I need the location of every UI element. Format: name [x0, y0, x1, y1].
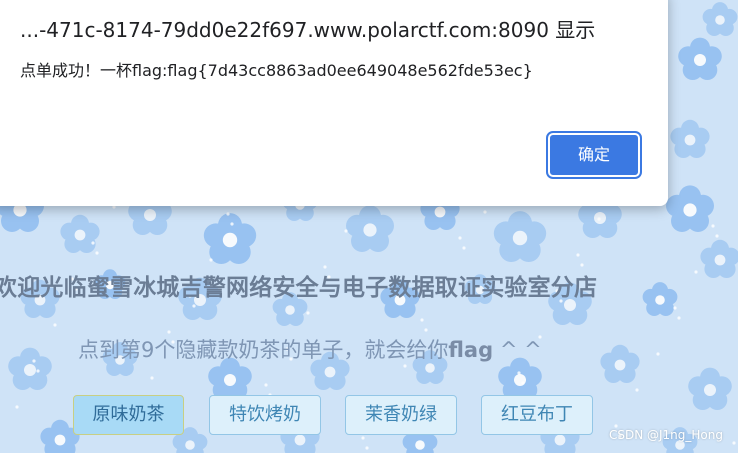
tea-button-red-bean-pudding[interactable]: 红豆布丁: [481, 395, 593, 435]
dialog-title: ...-471c-8174-79dd0e22f697.www.polarctf.…: [20, 18, 596, 42]
hint-prefix: 点到第9个隐藏款奶茶的单子，就会给你: [78, 338, 449, 362]
alert-dialog: ...-471c-8174-79dd0e22f697.www.polarctf.…: [0, 0, 668, 206]
dialog-message: 点单成功！一杯flag:flag{7d43cc8863ad0ee649048e5…: [20, 61, 533, 80]
welcome-heading: 欢迎光临蜜雪冰城吉警网络安全与电子数据取证实验室分店: [0, 275, 598, 301]
tea-button-roasted-milk[interactable]: 特饮烤奶: [209, 395, 321, 435]
hint-text: 点到第9个隐藏款奶茶的单子，就会给你flag ^ ^: [78, 334, 542, 364]
csdn-watermark: CSDN @J1ng_Hong: [608, 428, 723, 442]
ok-button[interactable]: 确定: [546, 131, 642, 179]
tea-button-original-milk-tea[interactable]: 原味奶茶: [73, 395, 184, 435]
tea-button-jasmine-milk-green[interactable]: 茉香奶绿: [345, 395, 457, 435]
hint-suffix: ^ ^: [493, 338, 542, 362]
hint-flag-word: flag: [448, 338, 494, 362]
